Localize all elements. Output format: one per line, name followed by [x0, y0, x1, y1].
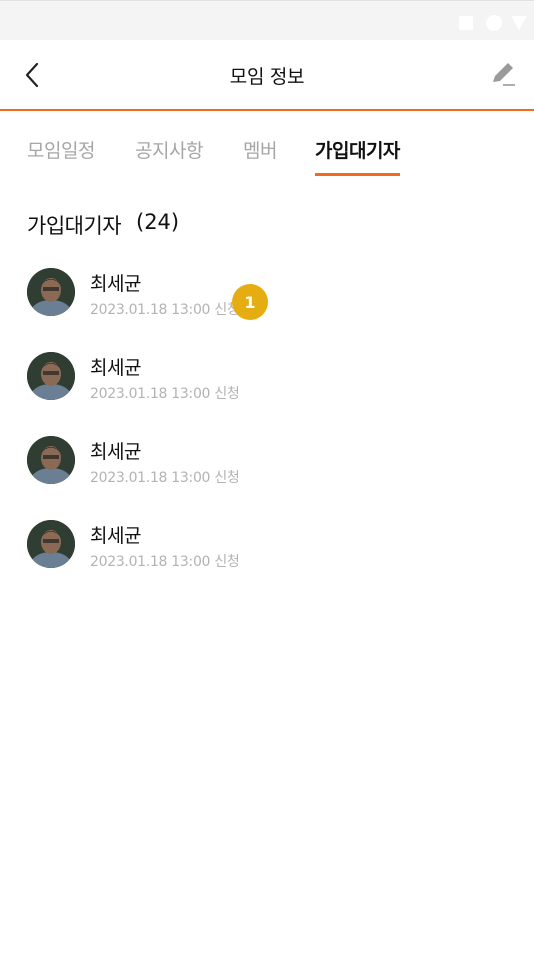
applied-date: 2023.01.18 13:00 신청 [90, 302, 240, 318]
app-bar: 모임 정보 [0, 40, 534, 111]
page-title: 모임 정보 [229, 66, 305, 88]
section-title: 가입대기자 [27, 214, 122, 238]
list-item[interactable]: 최세균 2023.01.18 13:00 신청 [0, 510, 534, 594]
recent-apps-icon [459, 16, 473, 30]
tab-members[interactable]: 멤버 [243, 136, 277, 173]
tab-schedule[interactable]: 모임일정 [27, 136, 95, 173]
waitlist-count: (24) [136, 210, 180, 234]
home-icon [486, 15, 502, 31]
tab-waitlist[interactable]: 가입대기자 [315, 136, 400, 176]
tab-bar: 모임일정 공지사항 멤버 가입대기자 [0, 126, 534, 176]
tab-notice[interactable]: 공지사항 [135, 136, 203, 173]
applicant-name: 최세균 [90, 525, 141, 547]
avatar [27, 520, 75, 568]
status-bar [0, 0, 534, 40]
app-screen: 모임 정보 모임일정 공지사항 멤버 가입대기자 가입대기자 (24) 최세균 … [0, 0, 534, 959]
applied-date: 2023.01.18 13:00 신청 [90, 554, 240, 570]
avatar [27, 352, 75, 400]
signal-icon [511, 16, 527, 30]
applied-date: 2023.01.18 13:00 신청 [90, 470, 240, 486]
notification-badge: 1 [232, 284, 268, 320]
list-item[interactable]: 최세균 2023.01.18 13:00 신청 [0, 342, 534, 426]
avatar [27, 268, 75, 316]
applicant-name: 최세균 [90, 357, 141, 379]
list-item[interactable]: 최세균 2023.01.18 13:00 신청 1 [0, 258, 534, 342]
applicant-name: 최세균 [90, 441, 141, 463]
applicant-name: 최세균 [90, 273, 141, 295]
applied-date: 2023.01.18 13:00 신청 [90, 386, 240, 402]
applicant-list: 최세균 2023.01.18 13:00 신청 1 최세균 2023.01.18… [0, 258, 534, 594]
list-item[interactable]: 최세균 2023.01.18 13:00 신청 [0, 426, 534, 510]
pencil-icon [493, 63, 515, 86]
avatar [27, 436, 75, 484]
edit-button[interactable] [486, 58, 520, 92]
